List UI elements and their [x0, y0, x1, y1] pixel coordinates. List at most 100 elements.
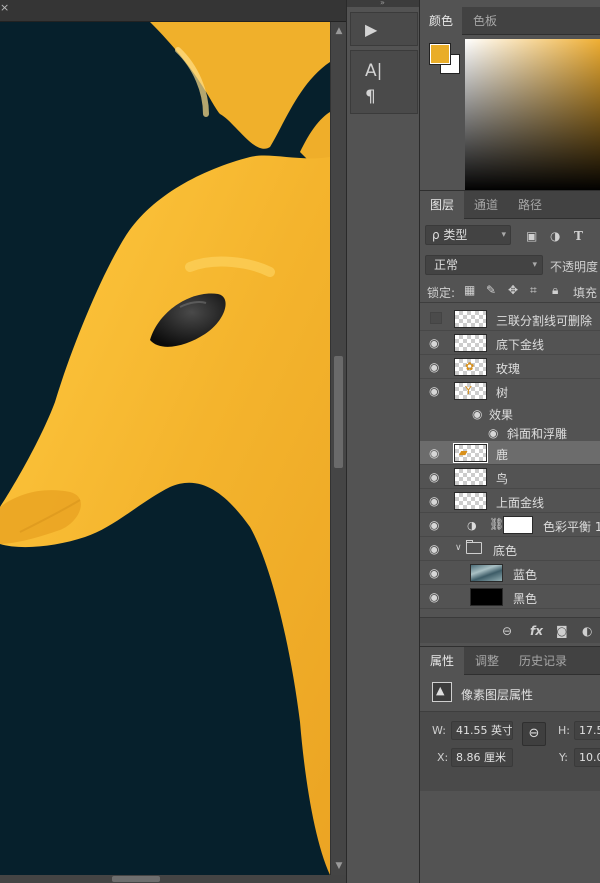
layer-filter-label: ρ 类型 [432, 228, 468, 242]
tab-swatches[interactable]: 色板 [464, 7, 506, 35]
layer-name: 鸟 [496, 472, 509, 486]
eye-icon[interactable]: ◉ [429, 385, 441, 397]
tab-paths[interactable]: 路径 [508, 191, 552, 219]
tab-properties[interactable]: 属性 [420, 647, 464, 675]
layer-row[interactable]: ◉ 鸟 [420, 465, 600, 489]
height-field[interactable]: 17.5 [574, 721, 600, 740]
scroll-down-icon[interactable]: ▼ [331, 859, 347, 873]
lock-transparency-icon[interactable]: ▦ [464, 283, 475, 297]
horizontal-scroll-thumb[interactable] [112, 876, 160, 882]
lock-image-icon[interactable]: ✎ [486, 283, 496, 297]
panel-grip[interactable]: » [347, 0, 419, 7]
layer-row[interactable]: ◉ 上面金线 [420, 489, 600, 513]
layer-row[interactable]: ◉ 底下金线 [420, 331, 600, 355]
document-tab-bar: × [0, 0, 346, 22]
layers-footer: ⊖ fx ◙ ◐ [420, 617, 600, 643]
eye-icon[interactable]: ◉ [429, 447, 441, 459]
play-icon[interactable]: ▶ [365, 20, 377, 39]
eye-icon[interactable]: ◉ [472, 407, 482, 421]
text-panels-group: A| ¶ [350, 50, 418, 114]
properties-panel-tabs: 属性 调整 历史记录 [420, 647, 600, 675]
adjustment-layer-row[interactable]: ◉ ◑ ⛓ 色彩平衡 1 [420, 513, 600, 537]
layer-row[interactable]: ◉ 黑色 [420, 585, 600, 609]
color-picker-field[interactable] [465, 39, 600, 191]
group-name: 底色 [493, 544, 518, 558]
blend-row: 正常 ▾ 不透明度 [420, 253, 600, 277]
layer-filter-row: ρ 类型 ▾ ▣ ◑ T [420, 223, 600, 247]
document-canvas[interactable] [0, 22, 330, 875]
tab-color[interactable]: 颜色 [420, 7, 462, 35]
actions-panel-button[interactable]: ▶ [350, 12, 418, 46]
scroll-up-icon[interactable]: ▲ [331, 24, 347, 38]
rose-thumb-icon: ✿ [465, 360, 475, 373]
eye-icon[interactable]: ◉ [429, 567, 441, 579]
link-icon[interactable]: ⊖ [502, 624, 512, 638]
link-chain-icon[interactable]: ⛓ [489, 517, 504, 531]
eye-icon[interactable]: ◉ [429, 495, 441, 507]
lock-position-icon[interactable]: ✥ [508, 283, 518, 297]
tree-thumb-icon: Y [465, 384, 472, 397]
link-dimensions-icon[interactable]: ⊖ [522, 722, 546, 746]
adjustment-icon[interactable]: ◐ [582, 624, 592, 638]
tab-layers[interactable]: 图层 [420, 191, 464, 219]
tab-history[interactable]: 历史记录 [510, 647, 576, 675]
mask-icon[interactable]: ◙ [556, 624, 568, 638]
chevron-down-icon[interactable]: ∨ [455, 543, 462, 553]
chevron-down-icon: ▾ [501, 230, 506, 240]
layer-thumbnail [470, 588, 503, 606]
layer-filter-select[interactable]: ρ 类型 ▾ [425, 225, 511, 245]
eye-icon[interactable]: ◉ [429, 337, 441, 349]
vertical-scrollbar[interactable]: ▲ ▼ [330, 22, 346, 875]
properties-header: ▲ 像素图层属性 [420, 679, 600, 707]
layer-name: 上面金线 [496, 496, 545, 510]
properties-empty-area [420, 791, 600, 883]
layers-panel-tabs: 图层 通道 路径 [420, 191, 600, 219]
width-field[interactable]: 41.55 英寸 [451, 721, 513, 740]
blend-mode-select[interactable]: 正常 ▾ [425, 255, 543, 275]
pixel-layer-icon: ▲ [432, 682, 452, 702]
y-field[interactable]: 10.05 [574, 748, 600, 767]
foreground-color-swatch[interactable] [429, 43, 451, 65]
layer-name: 色彩平衡 1 [543, 520, 600, 534]
layer-thumbnail [454, 492, 487, 510]
eye-icon[interactable]: ◉ [429, 591, 441, 603]
layer-name: 鹿 [496, 448, 509, 462]
lock-row: 锁定: ▦ ✎ ✥ ⌗ 🔒︎ 填充 [420, 281, 600, 303]
deer-artwork [0, 22, 330, 875]
eye-icon[interactable]: ◉ [429, 361, 441, 373]
group-row[interactable]: ◉ ∨ 底色 [420, 537, 600, 561]
layer-row[interactable]: ◉ ✿ 玫瑰 [420, 355, 600, 379]
eye-icon[interactable]: ◉ [488, 426, 498, 440]
layer-row[interactable]: 三联分割线可删除 [420, 307, 600, 331]
x-field[interactable]: 8.86 厘米 [451, 748, 513, 767]
layer-name: 玫瑰 [496, 362, 521, 376]
horizontal-scrollbar[interactable] [0, 875, 346, 883]
chevron-down-icon: ▾ [532, 260, 537, 270]
lock-artboard-icon[interactable]: ⌗ [530, 283, 537, 298]
close-document-icon[interactable]: × [0, 1, 12, 15]
folder-icon [466, 542, 482, 554]
eye-icon[interactable]: ◉ [429, 471, 441, 483]
tab-channels[interactable]: 通道 [464, 191, 508, 219]
image-filter-icon[interactable]: ▣ [526, 229, 537, 243]
tab-adjustments[interactable]: 调整 [466, 647, 508, 675]
lock-all-icon[interactable]: 🔒︎ [552, 283, 558, 298]
vertical-scroll-thumb[interactable] [334, 356, 343, 468]
layer-mask-thumbnail[interactable] [503, 516, 533, 534]
fx-icon[interactable]: fx [530, 624, 543, 638]
layer-row[interactable]: ◉ Y 树 [420, 379, 600, 403]
layer-row-selected[interactable]: ◉ ▰ 鹿 [420, 441, 600, 465]
image-glyph-icon: ▲ [436, 684, 445, 697]
layer-row[interactable]: ◉ 蓝色 [420, 561, 600, 585]
eye-icon[interactable]: ◉ [429, 543, 441, 555]
adjustment-filter-icon[interactable]: ◑ [550, 229, 560, 243]
eye-icon[interactable]: ◉ [429, 519, 441, 531]
layers-panel: 图层 通道 路径 ρ 类型 ▾ ▣ ◑ T 正常 ▾ 不透明度 锁定: ▦ ✎ … [420, 190, 600, 643]
paragraph-icon[interactable]: ¶ [365, 87, 376, 107]
opacity-label: 不透明度 [550, 260, 599, 274]
visibility-toggle-off[interactable] [430, 312, 442, 324]
type-filter-icon[interactable]: T [574, 229, 583, 243]
collapse-panels-icon[interactable]: » [380, 0, 385, 7]
character-icon[interactable]: A| [365, 61, 382, 81]
deer-thumb-icon: ▰ [459, 446, 468, 459]
